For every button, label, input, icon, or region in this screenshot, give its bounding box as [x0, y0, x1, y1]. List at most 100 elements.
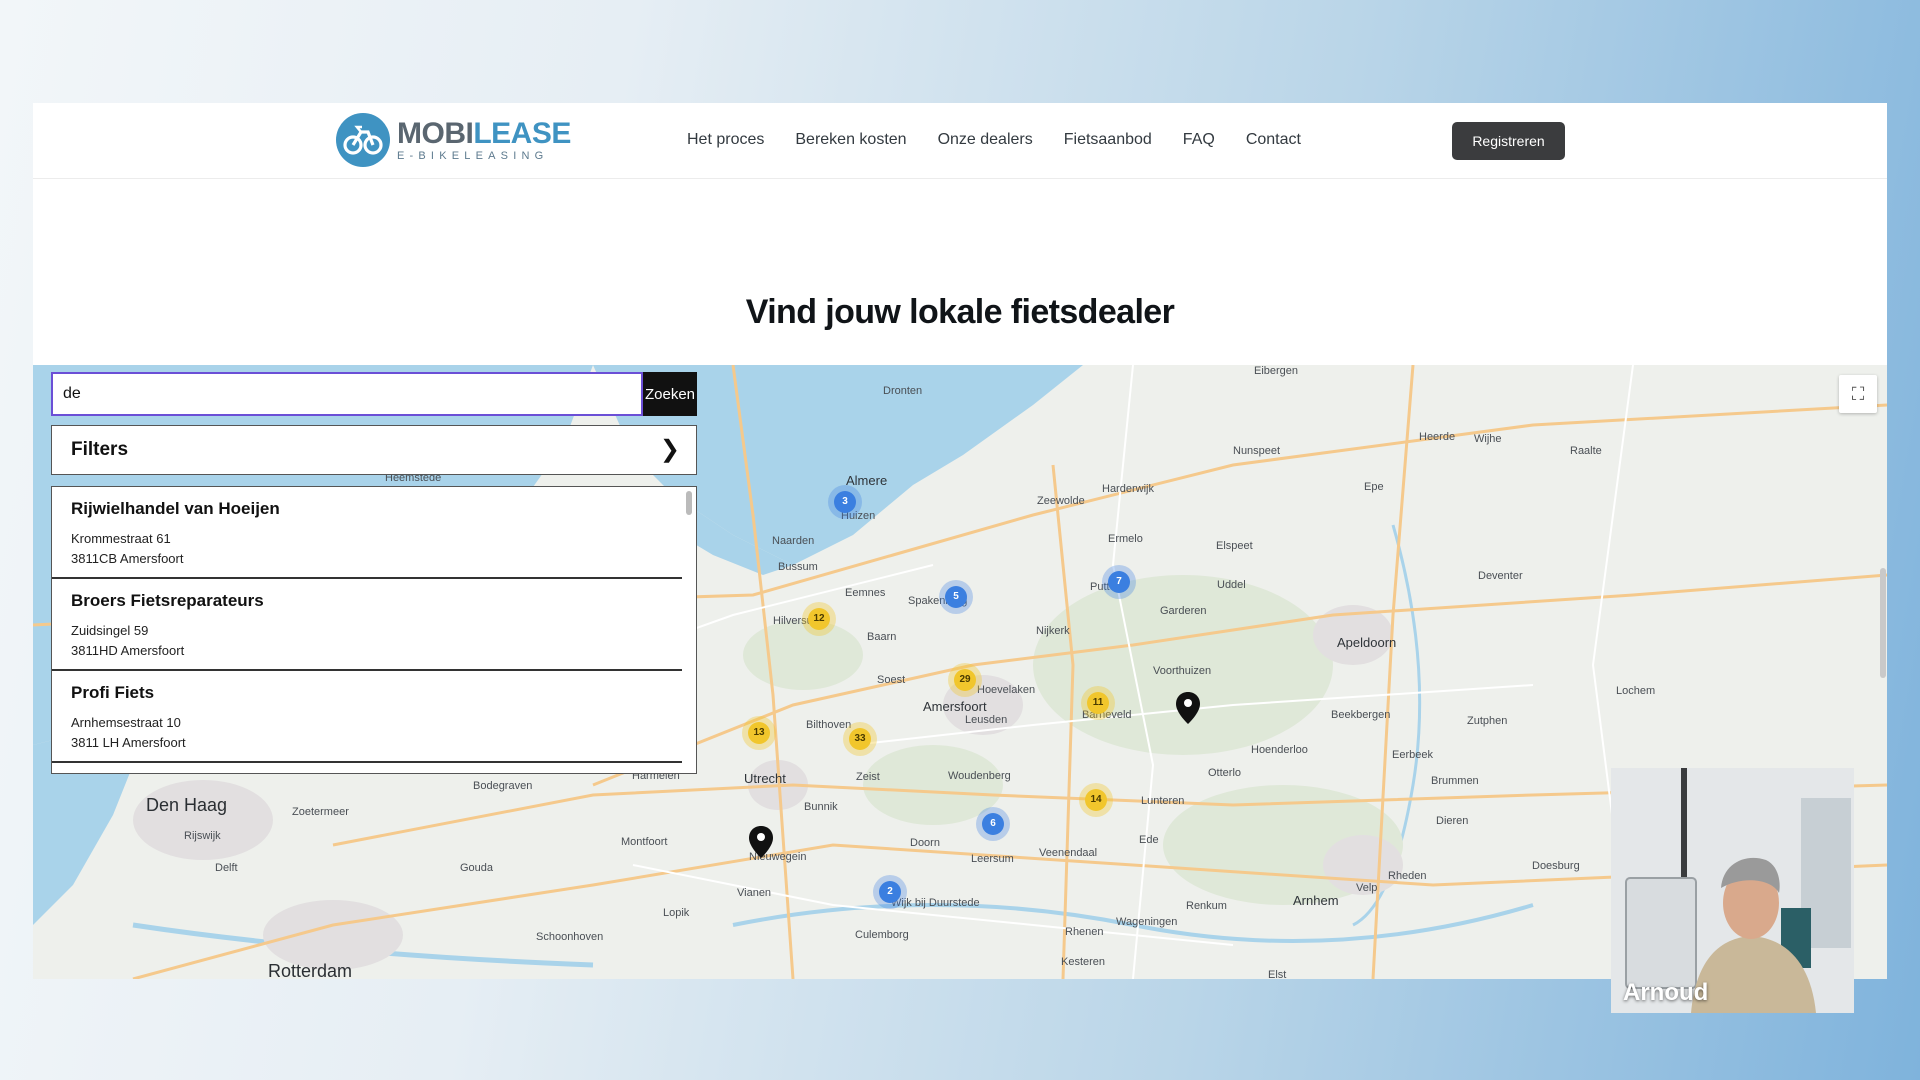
- dealer-results-list[interactable]: Rijwielhandel van Hoeijen Krommestraat 6…: [51, 486, 697, 774]
- browser-window: MOBILEASE E-BIKELEASING Het proces Berek…: [33, 103, 1887, 979]
- webcam-name-label: Arnoud: [1623, 979, 1709, 1006]
- nav-faq[interactable]: FAQ: [1183, 131, 1215, 149]
- map-label: Hoenderloo: [1251, 744, 1308, 756]
- map-label: Vianen: [737, 887, 772, 899]
- map-label: Utrecht: [744, 771, 786, 786]
- map-label: Doesburg: [1532, 860, 1580, 872]
- nav-contact[interactable]: Contact: [1246, 131, 1301, 149]
- map-label: Velp: [1356, 882, 1378, 894]
- map-label: Bunnik: [804, 801, 838, 813]
- dealer-result-item[interactable]: Profi Fiets Arnhemsestraat 10 3811 LH Am…: [52, 671, 682, 763]
- cluster-marker[interactable]: 14: [1085, 789, 1107, 811]
- map-label: Dieren: [1436, 815, 1469, 827]
- list-scrollbar[interactable]: [686, 491, 692, 515]
- cluster-marker[interactable]: 11: [1087, 692, 1109, 714]
- map-label: Naarden: [772, 535, 815, 547]
- dealer-name: Profi Fiets: [71, 683, 155, 702]
- map-label: Epe: [1364, 481, 1384, 493]
- map-label: Brummen: [1431, 775, 1479, 787]
- filters-toggle[interactable]: Filters ❯: [51, 425, 697, 475]
- cluster-marker[interactable]: 12: [808, 608, 830, 630]
- map-label: Eerbeek: [1392, 749, 1433, 761]
- logo-name-part2: LEASE: [473, 116, 571, 150]
- map-label: Wijhe: [1474, 433, 1502, 445]
- map-label: Dronten: [883, 385, 923, 397]
- dealer-search-input[interactable]: [51, 372, 643, 416]
- cluster-marker[interactable]: 13: [748, 722, 770, 744]
- nav-het-proces[interactable]: Het proces: [687, 131, 764, 149]
- map-label: Rhenen: [1065, 926, 1104, 938]
- map-label: Soest: [877, 674, 906, 686]
- cluster-marker[interactable]: 6: [982, 813, 1004, 835]
- dealer-name: Broers Fietsreparateurs: [71, 591, 264, 610]
- map-label: Rheden: [1388, 870, 1427, 882]
- dealer-city: 3811CB Amersfoort: [71, 551, 184, 566]
- map-label: Garderen: [1160, 605, 1207, 617]
- map-label: Nunspeet: [1233, 445, 1281, 457]
- webcam-person-image: [1611, 768, 1854, 1013]
- map-label: Lunteren: [1141, 795, 1185, 807]
- cluster-marker[interactable]: 33: [849, 728, 871, 750]
- cluster-marker[interactable]: 2: [879, 881, 901, 903]
- map-label: Zutphen: [1467, 715, 1508, 727]
- map-label: Beekbergen: [1331, 709, 1391, 721]
- dealer-pin-icon[interactable]: [749, 826, 773, 858]
- dealer-result-item[interactable]: Rijwielhandel van Hoeijen Krommestraat 6…: [52, 487, 682, 579]
- map-label: Amersfoort: [923, 699, 987, 714]
- map-label: Apeldoorn: [1337, 635, 1397, 650]
- map-label: Lopik: [663, 907, 690, 919]
- cluster-marker[interactable]: 29: [954, 669, 976, 691]
- map-label: Woudenberg: [948, 770, 1011, 782]
- dealer-name: Rijwielhandel van Hoeijen: [71, 499, 280, 518]
- dealer-street: Arnhemsestraat 10: [71, 715, 181, 730]
- map-label: Elst: [1268, 969, 1287, 979]
- map-label: Delft: [215, 862, 238, 874]
- logo-name-part1: MOBI: [397, 116, 474, 150]
- map-label: Zoetermeer: [292, 806, 349, 818]
- register-button[interactable]: Registreren: [1452, 122, 1565, 160]
- map-label: Eibergen: [1254, 365, 1299, 377]
- map-label: Deventer: [1478, 570, 1523, 582]
- map-label: Almere: [846, 473, 888, 488]
- nav-onze-dealers[interactable]: Onze dealers: [938, 131, 1033, 149]
- map-label: Rotterdam: [268, 961, 353, 979]
- logo-tagline: E-BIKELEASING: [397, 149, 549, 162]
- map-label: Rijswijk: [184, 830, 221, 842]
- dealer-city: 3811 LH Amersfoort: [71, 735, 186, 750]
- map-label: Bodegraven: [473, 780, 533, 792]
- search-button[interactable]: Zoeken: [643, 372, 697, 416]
- map-label: Zeewolde: [1037, 495, 1085, 507]
- cluster-marker[interactable]: 3: [834, 491, 856, 513]
- map-label: Otterlo: [1208, 767, 1242, 779]
- map-label: Baarn: [867, 631, 897, 643]
- map-label: Ermelo: [1108, 533, 1143, 545]
- dealer-map[interactable]: Almere Huizen Naarden Bussum Eemnes Hilv…: [33, 365, 1887, 979]
- mobilease-logo[interactable]: MOBILEASE E-BIKELEASING: [335, 112, 571, 168]
- map-label: Wageningen: [1116, 916, 1178, 928]
- cluster-marker[interactable]: 5: [945, 586, 967, 608]
- nav-bereken-kosten[interactable]: Bereken kosten: [795, 131, 906, 149]
- map-label: Bilthoven: [806, 719, 852, 731]
- dealer-city: 3811HD Amersfoort: [71, 643, 185, 658]
- fullscreen-icon[interactable]: ⛶: [1839, 375, 1877, 413]
- nav-fietsaanbod[interactable]: Fietsaanbod: [1064, 131, 1152, 149]
- map-label: Elspeet: [1216, 540, 1253, 552]
- dealer-pin-icon[interactable]: [1176, 692, 1200, 724]
- page-scrollbar[interactable]: [1880, 568, 1886, 678]
- map-label: Ede: [1139, 834, 1159, 846]
- map-label: Den Haag: [146, 795, 228, 815]
- dealer-result-item[interactable]: Broers Fietsreparateurs Zuidsingel 59 38…: [52, 579, 682, 671]
- site-header: MOBILEASE E-BIKELEASING Het proces Berek…: [33, 103, 1887, 179]
- map-label: Doorn: [910, 837, 940, 849]
- map-label: Bussum: [778, 561, 818, 573]
- map-label: Lochem: [1616, 685, 1656, 697]
- webcam-overlay: Arnoud: [1611, 768, 1854, 1013]
- main-nav: Het proces Bereken kosten Onze dealers F…: [687, 131, 1301, 149]
- map-label: Schoonhoven: [536, 931, 604, 943]
- map-label: Zeist: [856, 771, 880, 783]
- bike-logo-icon: [336, 113, 390, 167]
- map-label: Wijk bij Duurstede: [891, 897, 980, 909]
- cluster-marker[interactable]: 7: [1108, 571, 1130, 593]
- map-label: Hoevelaken: [977, 684, 1036, 696]
- map-label: Montfoort: [621, 836, 668, 848]
